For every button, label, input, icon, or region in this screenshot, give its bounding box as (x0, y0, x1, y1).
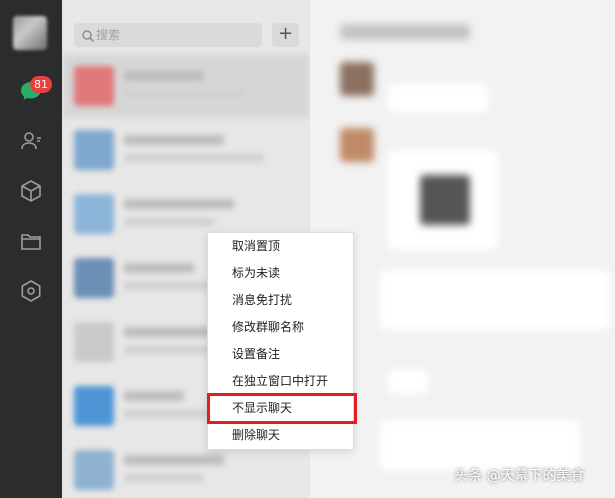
list-item[interactable] (62, 54, 310, 118)
contacts-icon[interactable] (19, 129, 43, 153)
menu-item-mark-unread[interactable]: 标为未读 (208, 260, 353, 287)
list-item[interactable] (62, 118, 310, 182)
user-avatar[interactable] (13, 16, 47, 50)
menu-item-mute[interactable]: 消息免打扰 (208, 287, 353, 314)
unread-badge: 81 (30, 76, 52, 93)
menu-item-rename-group[interactable]: 修改群聊名称 (208, 314, 353, 341)
search-input[interactable] (96, 23, 246, 47)
add-button[interactable]: + (272, 23, 299, 47)
menu-item-unpin[interactable]: 取消置顶 (208, 233, 353, 260)
menu-item-open-window[interactable]: 在独立窗口中打开 (208, 368, 353, 395)
highlight-box (207, 393, 357, 424)
folder-icon[interactable] (19, 229, 43, 253)
menu-item-delete-chat[interactable]: 删除聊天 (208, 422, 353, 449)
search-box[interactable] (74, 23, 262, 47)
mini-program-icon[interactable] (19, 279, 43, 303)
left-rail: 81 (0, 0, 62, 498)
menu-item-set-remark[interactable]: 设置备注 (208, 341, 353, 368)
cube-icon[interactable] (19, 179, 43, 203)
search-icon (81, 28, 95, 42)
watermark: 头条 @天幕下的美食 (454, 468, 585, 484)
